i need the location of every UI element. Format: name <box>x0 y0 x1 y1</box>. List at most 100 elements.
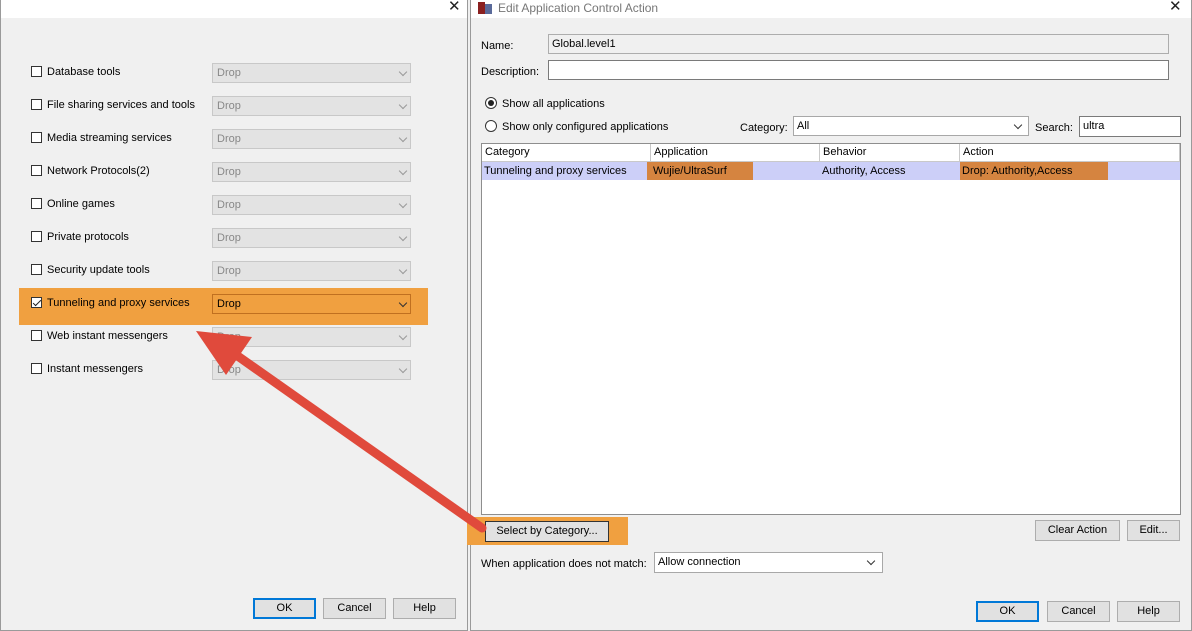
select-by-category-button[interactable]: Select by Category... <box>485 521 609 542</box>
category-action-value: Drop <box>217 133 241 145</box>
category-action-dropdown[interactable]: Drop <box>212 195 411 215</box>
category-filter-value: All <box>797 120 810 132</box>
category-label: Private protocols <box>47 231 129 243</box>
category-row[interactable]: Instant messengers Drop <box>29 359 414 381</box>
category-label: Tunneling and proxy services <box>47 297 190 309</box>
category-action-dropdown[interactable]: Drop <box>212 96 411 116</box>
category-label: File sharing services and tools <box>47 99 195 111</box>
left-cancel-button[interactable]: Cancel <box>323 598 386 619</box>
chevron-down-icon <box>398 100 408 110</box>
chevron-down-icon <box>1013 120 1023 130</box>
category-filter-dropdown[interactable]: All <box>793 116 1029 136</box>
category-action-value: Drop <box>217 199 241 211</box>
category-row[interactable]: Private protocols Drop <box>29 227 414 249</box>
category-row[interactable]: Tunneling and proxy services Drop <box>29 293 414 315</box>
clear-action-button[interactable]: Clear Action <box>1035 520 1120 541</box>
edit-application-control-action-dialog: Edit Application Control Action ✕ Name: … <box>467 0 1192 631</box>
category-action-value: Drop <box>217 67 241 79</box>
no-match-dropdown[interactable]: Allow connection <box>654 552 883 573</box>
category-action-dropdown[interactable]: Drop <box>212 129 411 149</box>
category-action-dropdown[interactable]: Drop <box>212 327 411 347</box>
row-category: Tunneling and proxy services <box>484 165 627 177</box>
category-action-dropdown[interactable]: Drop <box>212 63 411 83</box>
category-label: Security update tools <box>47 264 150 276</box>
category-checkbox[interactable] <box>31 66 42 77</box>
right-dialog-titlebar: Edit Application Control Action ✕ <box>471 0 1191 18</box>
edit-button[interactable]: Edit... <box>1127 520 1180 541</box>
left-ok-button[interactable]: OK <box>253 598 316 619</box>
chevron-down-icon <box>398 199 408 209</box>
category-checkbox[interactable] <box>31 297 42 308</box>
category-action-dropdown[interactable]: Drop <box>212 360 411 380</box>
column-header-application[interactable]: Application <box>651 144 820 162</box>
category-action-value: Drop <box>217 232 241 244</box>
app-icon <box>478 2 492 14</box>
chevron-down-icon <box>398 133 408 143</box>
chevron-down-icon <box>398 364 408 374</box>
left-dialog-close-icon[interactable]: ✕ <box>448 0 461 15</box>
category-filter-label: Category: <box>740 122 788 134</box>
chevron-down-icon <box>398 67 408 77</box>
category-row[interactable]: Database tools Drop <box>29 62 414 84</box>
row-application: Wujie/UltraSurf <box>653 165 727 177</box>
show-all-radio[interactable] <box>485 97 497 109</box>
name-label: Name: <box>481 40 514 52</box>
column-header-action[interactable]: Action <box>960 144 1180 162</box>
show-all-label: Show all applications <box>502 98 605 110</box>
left-help-button[interactable]: Help <box>393 598 456 619</box>
category-label: Database tools <box>47 66 121 78</box>
dialog-title: Edit Application Control Action <box>498 1 659 15</box>
category-row[interactable]: Network Protocols(2) Drop <box>29 161 414 183</box>
category-action-dropdown[interactable]: Drop <box>212 294 411 314</box>
chevron-down-icon <box>398 298 408 308</box>
category-checkbox[interactable] <box>31 99 42 110</box>
search-input[interactable]: ultra <box>1079 116 1181 137</box>
category-checkbox[interactable] <box>31 231 42 242</box>
category-row[interactable]: Online games Drop <box>29 194 414 216</box>
right-cancel-button[interactable]: Cancel <box>1047 601 1110 622</box>
category-checkbox[interactable] <box>31 132 42 143</box>
category-checkbox[interactable] <box>31 165 42 176</box>
category-action-value: Drop <box>217 364 241 376</box>
right-ok-button[interactable]: OK <box>976 601 1039 622</box>
show-configured-radio[interactable] <box>485 120 497 132</box>
description-field[interactable] <box>548 60 1169 80</box>
no-match-value: Allow connection <box>658 556 741 568</box>
search-label: Search: <box>1035 122 1073 134</box>
applications-table: Category Application Behavior Action Tun… <box>481 143 1181 515</box>
category-row[interactable]: Web instant messengers Drop <box>29 326 414 348</box>
chevron-down-icon <box>398 232 408 242</box>
chevron-down-icon <box>398 331 408 341</box>
table-row[interactable]: Tunneling and proxy services Wujie/Ultra… <box>482 162 1180 180</box>
category-checkbox[interactable] <box>31 264 42 275</box>
category-action-dropdown[interactable]: Drop <box>212 162 411 182</box>
description-label: Description: <box>481 66 540 78</box>
category-action-value: Drop <box>217 166 241 178</box>
category-row[interactable]: Security update tools Drop <box>29 260 414 282</box>
column-header-category[interactable]: Category <box>482 144 651 162</box>
name-field[interactable]: Global.level1 <box>548 34 1169 54</box>
category-checkbox[interactable] <box>31 330 42 341</box>
category-action-dropdown[interactable]: Drop <box>212 228 411 248</box>
category-label: Network Protocols(2) <box>47 165 150 177</box>
category-action-value: Drop <box>217 100 241 112</box>
category-action-value: Drop <box>217 298 241 310</box>
category-row[interactable]: Media streaming services Drop <box>29 128 414 150</box>
category-action-dropdown[interactable]: Drop <box>212 261 411 281</box>
chevron-down-icon <box>398 166 408 176</box>
right-help-button[interactable]: Help <box>1117 601 1180 622</box>
row-action: Drop: Authority,Access <box>962 165 1073 177</box>
category-label: Instant messengers <box>47 363 143 375</box>
category-checkbox[interactable] <box>31 363 42 374</box>
right-dialog-close-icon[interactable]: ✕ <box>1169 0 1182 15</box>
row-behavior: Authority, Access <box>822 165 906 177</box>
no-match-label: When application does not match: <box>481 558 647 570</box>
category-checkbox[interactable] <box>31 198 42 209</box>
category-selection-dialog: ✕ Database tools Drop File sharing service… <box>0 0 468 631</box>
column-header-behavior[interactable]: Behavior <box>820 144 960 162</box>
category-label: Online games <box>47 198 115 210</box>
category-label: Web instant messengers <box>47 330 168 342</box>
category-row[interactable]: File sharing services and tools Drop <box>29 95 414 117</box>
chevron-down-icon <box>398 265 408 275</box>
show-configured-label: Show only configured applications <box>502 121 669 133</box>
